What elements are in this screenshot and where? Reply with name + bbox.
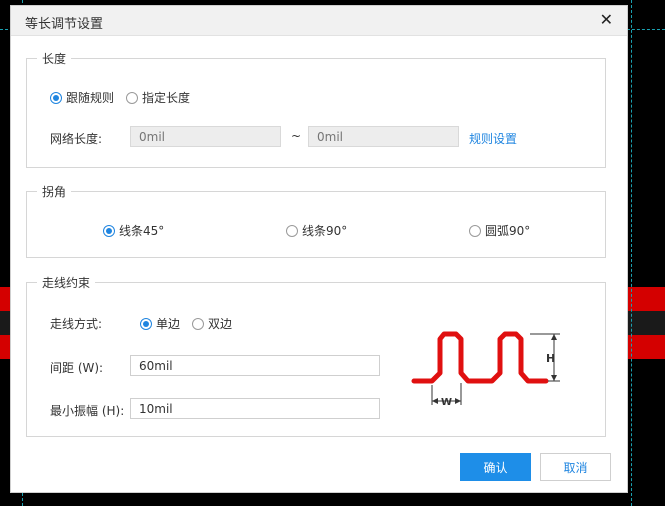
spacing-input[interactable]: [130, 355, 380, 376]
radio-dot: [469, 224, 481, 237]
radio-dot: [140, 317, 152, 330]
radio-dot: [103, 224, 115, 237]
radio-double-side[interactable]: 双边: [192, 315, 232, 332]
radio-dot: [126, 91, 138, 104]
radio-label: 单边: [156, 317, 181, 331]
routing-group-title: 走线约束: [37, 274, 96, 291]
corner-group: 拐角 线条45° 线条90° 圆弧90°: [26, 183, 606, 258]
canvas-guide-line: [631, 0, 633, 506]
radio-dot: [286, 224, 298, 237]
w-dimension-label: W: [441, 397, 452, 408]
rule-settings-link[interactable]: 规则设置: [469, 130, 517, 147]
h-arrow-up: [551, 334, 557, 340]
w-arrow-right: [455, 398, 461, 404]
length-tuning-dialog: 等长调节设置 ✕ 长度 跟随规则 指定长度 网络长度: ~ 规则设置 拐角 线条…: [10, 5, 628, 493]
meander-trace: [411, 331, 549, 384]
radio-dot: [192, 317, 204, 330]
cancel-button[interactable]: 取消: [540, 453, 611, 481]
dialog-titlebar: 等长调节设置 ✕: [11, 6, 627, 36]
radio-arc-90[interactable]: 圆弧90°: [469, 222, 530, 239]
range-separator: ~: [291, 129, 302, 143]
close-icon[interactable]: ✕: [600, 10, 613, 30]
radio-single-side[interactable]: 单边: [140, 315, 180, 332]
radio-label: 跟随规则: [66, 91, 115, 105]
radio-label: 线条45°: [119, 224, 165, 238]
radio-dot: [50, 91, 62, 104]
h-arrow-down: [551, 375, 557, 381]
h-dimension-label: H: [546, 352, 555, 365]
radio-label: 双边: [208, 317, 233, 331]
radio-specify-length[interactable]: 指定长度: [126, 89, 190, 106]
spacing-label: 间距 (W):: [50, 361, 104, 375]
amplitude-input[interactable]: [130, 398, 380, 419]
confirm-button[interactable]: 确认: [460, 453, 531, 481]
radio-label: 线条90°: [302, 224, 348, 238]
meander-diagram: H W: [411, 331, 560, 408]
radio-line-45[interactable]: 线条45°: [103, 222, 164, 239]
radio-label: 指定长度: [142, 91, 191, 105]
radio-line-90[interactable]: 线条90°: [286, 222, 347, 239]
routing-mode-label: 走线方式:: [50, 317, 103, 331]
w-arrow-left: [432, 398, 438, 404]
radio-label: 圆弧90°: [485, 224, 531, 238]
routing-constraint-group: 走线约束 走线方式: 单边 双边 间距 (W): 最小振幅 (H): H: [26, 274, 606, 437]
max-length-input[interactable]: [308, 126, 459, 147]
dialog-title: 等长调节设置: [25, 17, 104, 32]
net-length-label: 网络长度:: [50, 132, 103, 146]
min-length-input[interactable]: [130, 126, 281, 147]
length-group-title: 长度: [37, 50, 72, 67]
radio-follow-rule[interactable]: 跟随规则: [50, 89, 114, 106]
amplitude-label: 最小振幅 (H):: [50, 404, 125, 418]
length-group: 长度 跟随规则 指定长度 网络长度: ~ 规则设置: [26, 50, 606, 168]
corner-group-title: 拐角: [37, 183, 72, 200]
